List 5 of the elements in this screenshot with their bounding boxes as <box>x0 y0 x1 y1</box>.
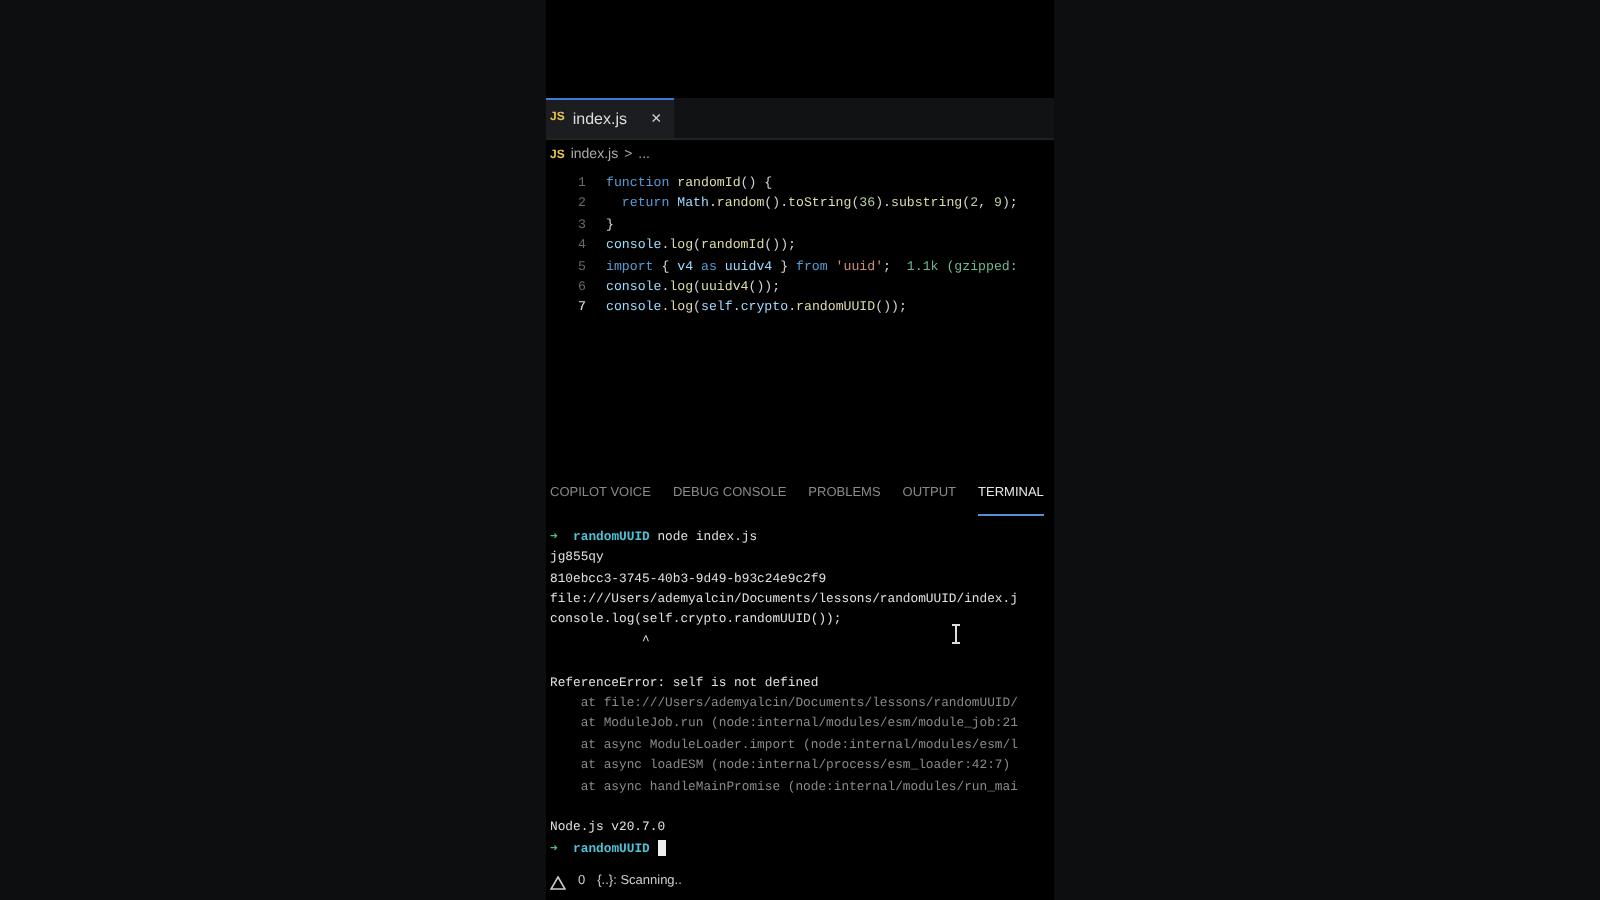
tab-title: index.js <box>572 107 627 132</box>
warning-icon <box>550 875 566 890</box>
close-icon[interactable]: × <box>650 105 662 133</box>
terminal-cursor <box>657 840 666 857</box>
text-cursor-icon <box>950 623 962 644</box>
